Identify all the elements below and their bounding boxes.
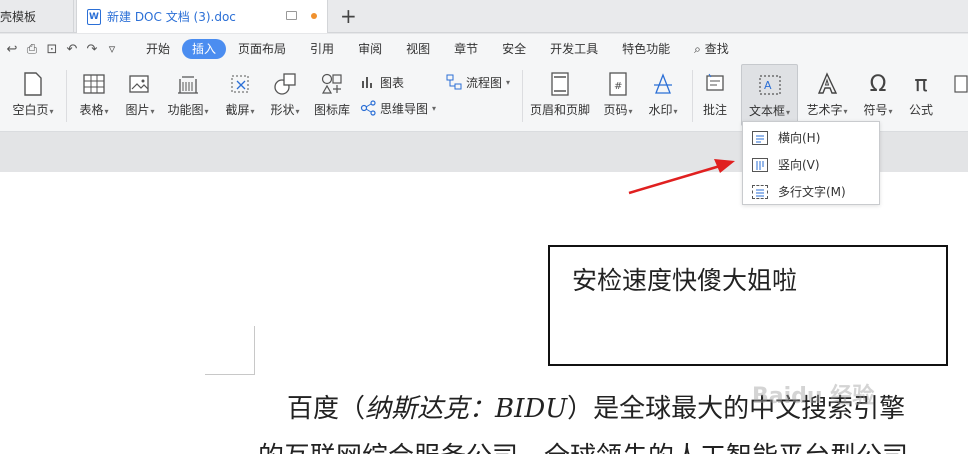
annotation-arrow (628, 159, 735, 195)
wps-writer-window: 壳模板 W 新建 DOC 文档 (3).doc + ↩ ⎙ ⊡ ↶ ↷ ▿ 开始… (0, 0, 968, 454)
